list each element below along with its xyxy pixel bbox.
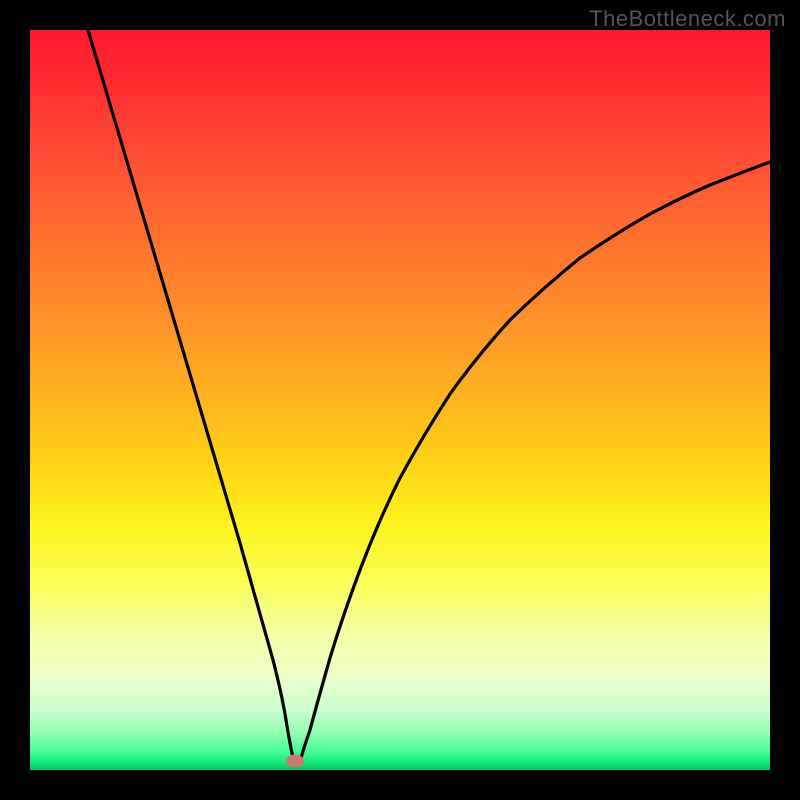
curve-left-branch: [88, 30, 294, 762]
plot-area: [30, 30, 770, 770]
curve-layer: [30, 30, 770, 770]
curve-right-branch: [300, 162, 770, 762]
chart-container: TheBottleneck.com: [0, 0, 800, 800]
watermark-text: TheBottleneck.com: [589, 6, 786, 32]
minimum-marker: [286, 755, 304, 768]
